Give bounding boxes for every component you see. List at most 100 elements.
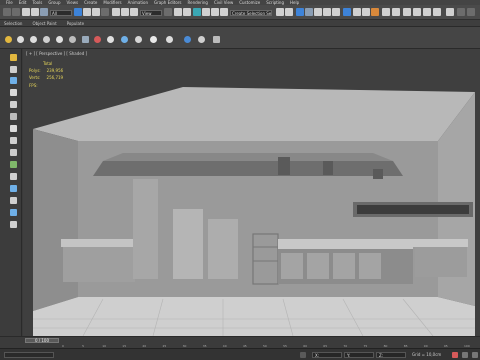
light-omni-icon[interactable] — [94, 36, 101, 43]
viewport-label[interactable]: [ + ] [ Perspective ] [ Shaded ] — [26, 51, 87, 56]
rendered-frame-window-icon[interactable] — [362, 8, 370, 16]
fps-label: FPS: — [29, 83, 38, 88]
plane-icon[interactable] — [69, 36, 76, 43]
tab-object-paint[interactable]: Object Paint — [32, 21, 56, 26]
snaps-toggle-icon[interactable] — [193, 8, 201, 16]
scene-states-icon[interactable] — [198, 36, 205, 43]
ribbon: Selection Object Paint Populate — [0, 20, 480, 27]
perspective-viewport[interactable]: [ + ] [ Perspective ] [ Shaded ] Total P… — [23, 49, 480, 336]
toggle-ribbon-icon[interactable] — [314, 8, 322, 16]
secondary-toolbar — [0, 27, 480, 49]
reference-coordinate-dropdown[interactable]: View — [140, 10, 162, 16]
select-by-name-icon[interactable] — [83, 8, 91, 16]
rectangular-selection-icon[interactable] — [92, 8, 100, 16]
paint-select-icon[interactable] — [10, 77, 17, 84]
maxscript-listener[interactable] — [4, 352, 54, 358]
polys-label: Polys: — [29, 68, 41, 73]
stats-overlay: Total Polys: 239,956 Verts: 256,719 — [29, 60, 63, 81]
select-object-icon[interactable] — [74, 8, 82, 16]
element-icon[interactable] — [10, 149, 17, 156]
spacewarp-icon[interactable] — [121, 36, 128, 43]
verts-label: Verts: — [29, 75, 41, 80]
angle-snap-icon[interactable] — [202, 8, 210, 16]
shape-icon[interactable] — [56, 36, 63, 43]
polygon-icon[interactable] — [10, 137, 17, 144]
selection-filter-dropdown[interactable]: All — [50, 10, 72, 16]
layer-icon[interactable] — [184, 36, 191, 43]
scene-render — [33, 87, 475, 336]
select-and-rotate-icon[interactable] — [121, 8, 129, 16]
cloud-icon[interactable] — [43, 36, 50, 43]
border-icon[interactable] — [10, 125, 17, 132]
render-setup-icon[interactable] — [353, 8, 361, 16]
video-post-icon[interactable] — [433, 8, 441, 16]
viewport-layouts-icon[interactable] — [457, 8, 465, 16]
sphere-icon[interactable] — [17, 36, 24, 43]
render-message-icon[interactable] — [403, 8, 411, 16]
undo-icon[interactable] — [3, 8, 11, 16]
tab-populate[interactable]: Populate — [67, 21, 84, 26]
extrude-icon[interactable] — [10, 161, 17, 168]
verts-value: 256,719 — [46, 75, 64, 80]
set-key-icon[interactable] — [462, 352, 468, 358]
snap-icon[interactable] — [10, 54, 17, 61]
chamfer-icon[interactable] — [10, 197, 17, 204]
align-icon[interactable] — [285, 8, 293, 16]
teapot-icon[interactable] — [30, 36, 37, 43]
layer-explorer-icon[interactable] — [305, 8, 313, 16]
mirror-icon[interactable] — [276, 8, 284, 16]
pivot-center-icon[interactable] — [164, 8, 172, 16]
polys-row: Polys: 239,956 — [29, 67, 63, 74]
a360-gallery-icon[interactable] — [392, 8, 400, 16]
globe-icon[interactable] — [166, 36, 173, 43]
percent-snap-icon[interactable] — [211, 8, 219, 16]
camera-icon[interactable] — [82, 36, 89, 43]
system-icon[interactable] — [135, 36, 142, 43]
window-crossing-icon[interactable] — [101, 8, 109, 16]
material-explorer-icon[interactable] — [446, 8, 454, 16]
x-coordinate-field[interactable]: X: — [312, 352, 342, 358]
render-in-cloud-icon[interactable] — [382, 8, 390, 16]
vertex-icon[interactable] — [10, 101, 17, 108]
grid-size-label: Grid = 10,0cm — [412, 352, 442, 357]
select-manipulate-icon[interactable] — [174, 8, 182, 16]
status-bar: X: Y: Z: Grid = 10,0cm — [0, 348, 480, 360]
inset-icon[interactable] — [10, 185, 17, 192]
timeline[interactable]: 0 / 100 0 5 10 15 20 25 30 35 40 45 50 55 60 65 70 75 80… — [0, 336, 480, 348]
connect-icon[interactable] — [10, 221, 17, 228]
environment-icon[interactable] — [413, 8, 421, 16]
redo-icon[interactable] — [12, 8, 20, 16]
lock-selection-icon[interactable] — [300, 352, 306, 358]
key-filters-icon[interactable] — [472, 352, 478, 358]
scene-explorer-icon[interactable] — [296, 8, 304, 16]
edit-poly-icon[interactable] — [10, 89, 17, 96]
toolbar-overflow-icon[interactable] — [467, 8, 475, 16]
z-coordinate-field[interactable]: Z: — [376, 352, 406, 358]
clipboard-icon[interactable] — [213, 36, 220, 43]
bevel-icon[interactable] — [10, 173, 17, 180]
select-and-scale-icon[interactable] — [130, 8, 138, 16]
auto-key-icon[interactable] — [452, 352, 458, 358]
render-production-icon[interactable] — [371, 8, 379, 16]
effects-icon[interactable] — [423, 8, 431, 16]
unlink-icon[interactable] — [31, 8, 39, 16]
bridge-icon[interactable] — [10, 209, 17, 216]
select-icon[interactable] — [10, 66, 17, 73]
tab-selection[interactable]: Selection — [4, 21, 22, 26]
schematic-view-icon[interactable] — [332, 8, 340, 16]
curve-editor-icon[interactable] — [323, 8, 331, 16]
y-coordinate-field[interactable]: Y: — [344, 352, 374, 358]
helper-icon[interactable] — [107, 36, 114, 43]
ball-icon[interactable] — [150, 36, 157, 43]
select-and-move-icon[interactable] — [112, 8, 120, 16]
main-toolbar: All View Create Selection Se — [0, 5, 480, 20]
spinner-snap-icon[interactable] — [220, 8, 228, 16]
edge-icon[interactable] — [10, 113, 17, 120]
named-selection-sets-dropdown[interactable]: Create Selection Se — [230, 10, 272, 16]
link-icon[interactable] — [22, 8, 30, 16]
bind-space-warp-icon[interactable] — [40, 8, 48, 16]
time-slider[interactable]: 0 / 100 — [25, 338, 59, 343]
keyboard-shortcut-override-icon[interactable] — [183, 8, 191, 16]
material-editor-icon[interactable] — [343, 8, 351, 16]
lightbulb-icon[interactable] — [5, 36, 12, 43]
